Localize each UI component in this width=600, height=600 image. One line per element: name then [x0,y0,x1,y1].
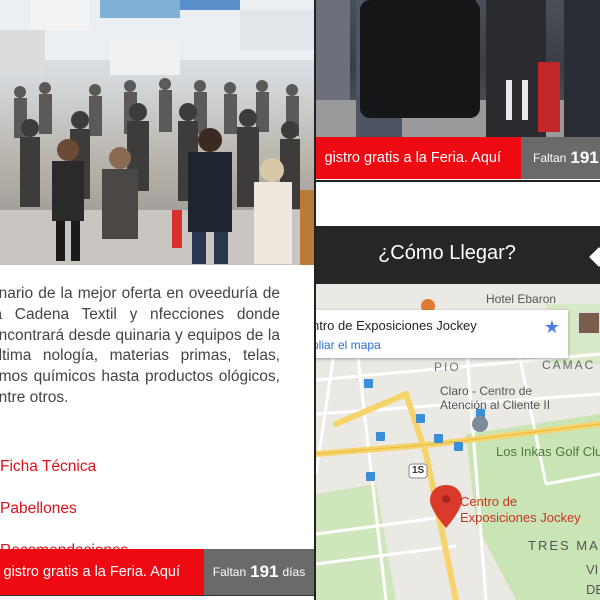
map-label-tres-mar: TRES MAR [528,538,600,553]
map-label-pio: PIO [434,360,461,374]
fair-visitors-photo [316,0,600,137]
registration-bar-top: gistro gratis a la Feria. Aquí Faltan 19… [316,137,600,179]
route-shield-label: 1S [412,465,425,476]
spacer-strip [316,182,600,226]
marker-label-line2: Exposiciones Jockey [460,510,581,525]
section-title: ¿Cómo Llegar? [378,242,516,264]
countdown-days: 191 [250,562,279,581]
next-arrow-icon[interactable] [589,247,600,267]
trade-fair-crowd-photo [0,0,314,265]
map-label-golf: Los Inkas Golf Clu [496,444,600,459]
crowd-illustration [0,0,314,265]
map-label-hotel: Hotel Ebaron [486,292,557,306]
visitors-illustration [316,0,600,137]
countdown-days-top: 191 [570,148,599,167]
link-ficha-tecnica[interactable]: Ficha Técnica [0,458,96,476]
embedded-map[interactable]: Hotel Ebaron CAMAC PIO Claro - Centro de… [316,284,600,600]
free-registration-button[interactable]: gistro gratis a la Feria. Aquí [0,549,204,595]
free-registration-button-top[interactable]: gistro gratis a la Feria. Aquí [316,137,521,179]
bottom-divider [0,595,316,600]
countdown-suffix: días [282,565,306,579]
section-header: ¿Cómo Llegar? [316,228,600,284]
fair-description: enario de la mejor oferta en oveeduría d… [0,285,280,406]
enlarge-map-link[interactable]: pliar el mapa [316,338,381,352]
left-panel: enario de la mejor oferta en oveeduría d… [0,0,316,600]
countdown-prefix: Faltan [212,565,247,579]
save-star-icon[interactable]: ★ [544,317,560,338]
marker-label-line1: Centro de [460,494,518,509]
user-avatar[interactable] [578,312,600,334]
map-label-camac: CAMAC [542,358,596,372]
place-info-card: ntro de Exposiciones Jockey pliar el map… [316,310,568,358]
registration-bar: gistro gratis a la Feria. Aquí Faltan 19… [0,549,314,595]
map-label-claro: Claro - Centro de [440,384,533,398]
map-label-vi: VI [586,562,599,577]
map-label-claro-2: Atención al Cliente II [440,398,551,412]
link-pabellones[interactable]: Pabellones [0,500,77,518]
how-to-arrive-section: ¿Cómo Llegar? Hotel Ebaron CAMAC PIO Cla… [316,228,600,600]
place-name: ntro de Exposiciones Jockey [316,318,477,333]
countdown-prefix-top: Faltan [533,151,567,165]
map-label-de: DE [586,582,600,597]
countdown-badge-top: Faltan 191 [521,137,600,179]
countdown-badge: Faltan 191 días [204,549,314,595]
top-right-panel: gistro gratis a la Feria. Aquí Faltan 19… [316,0,600,180]
